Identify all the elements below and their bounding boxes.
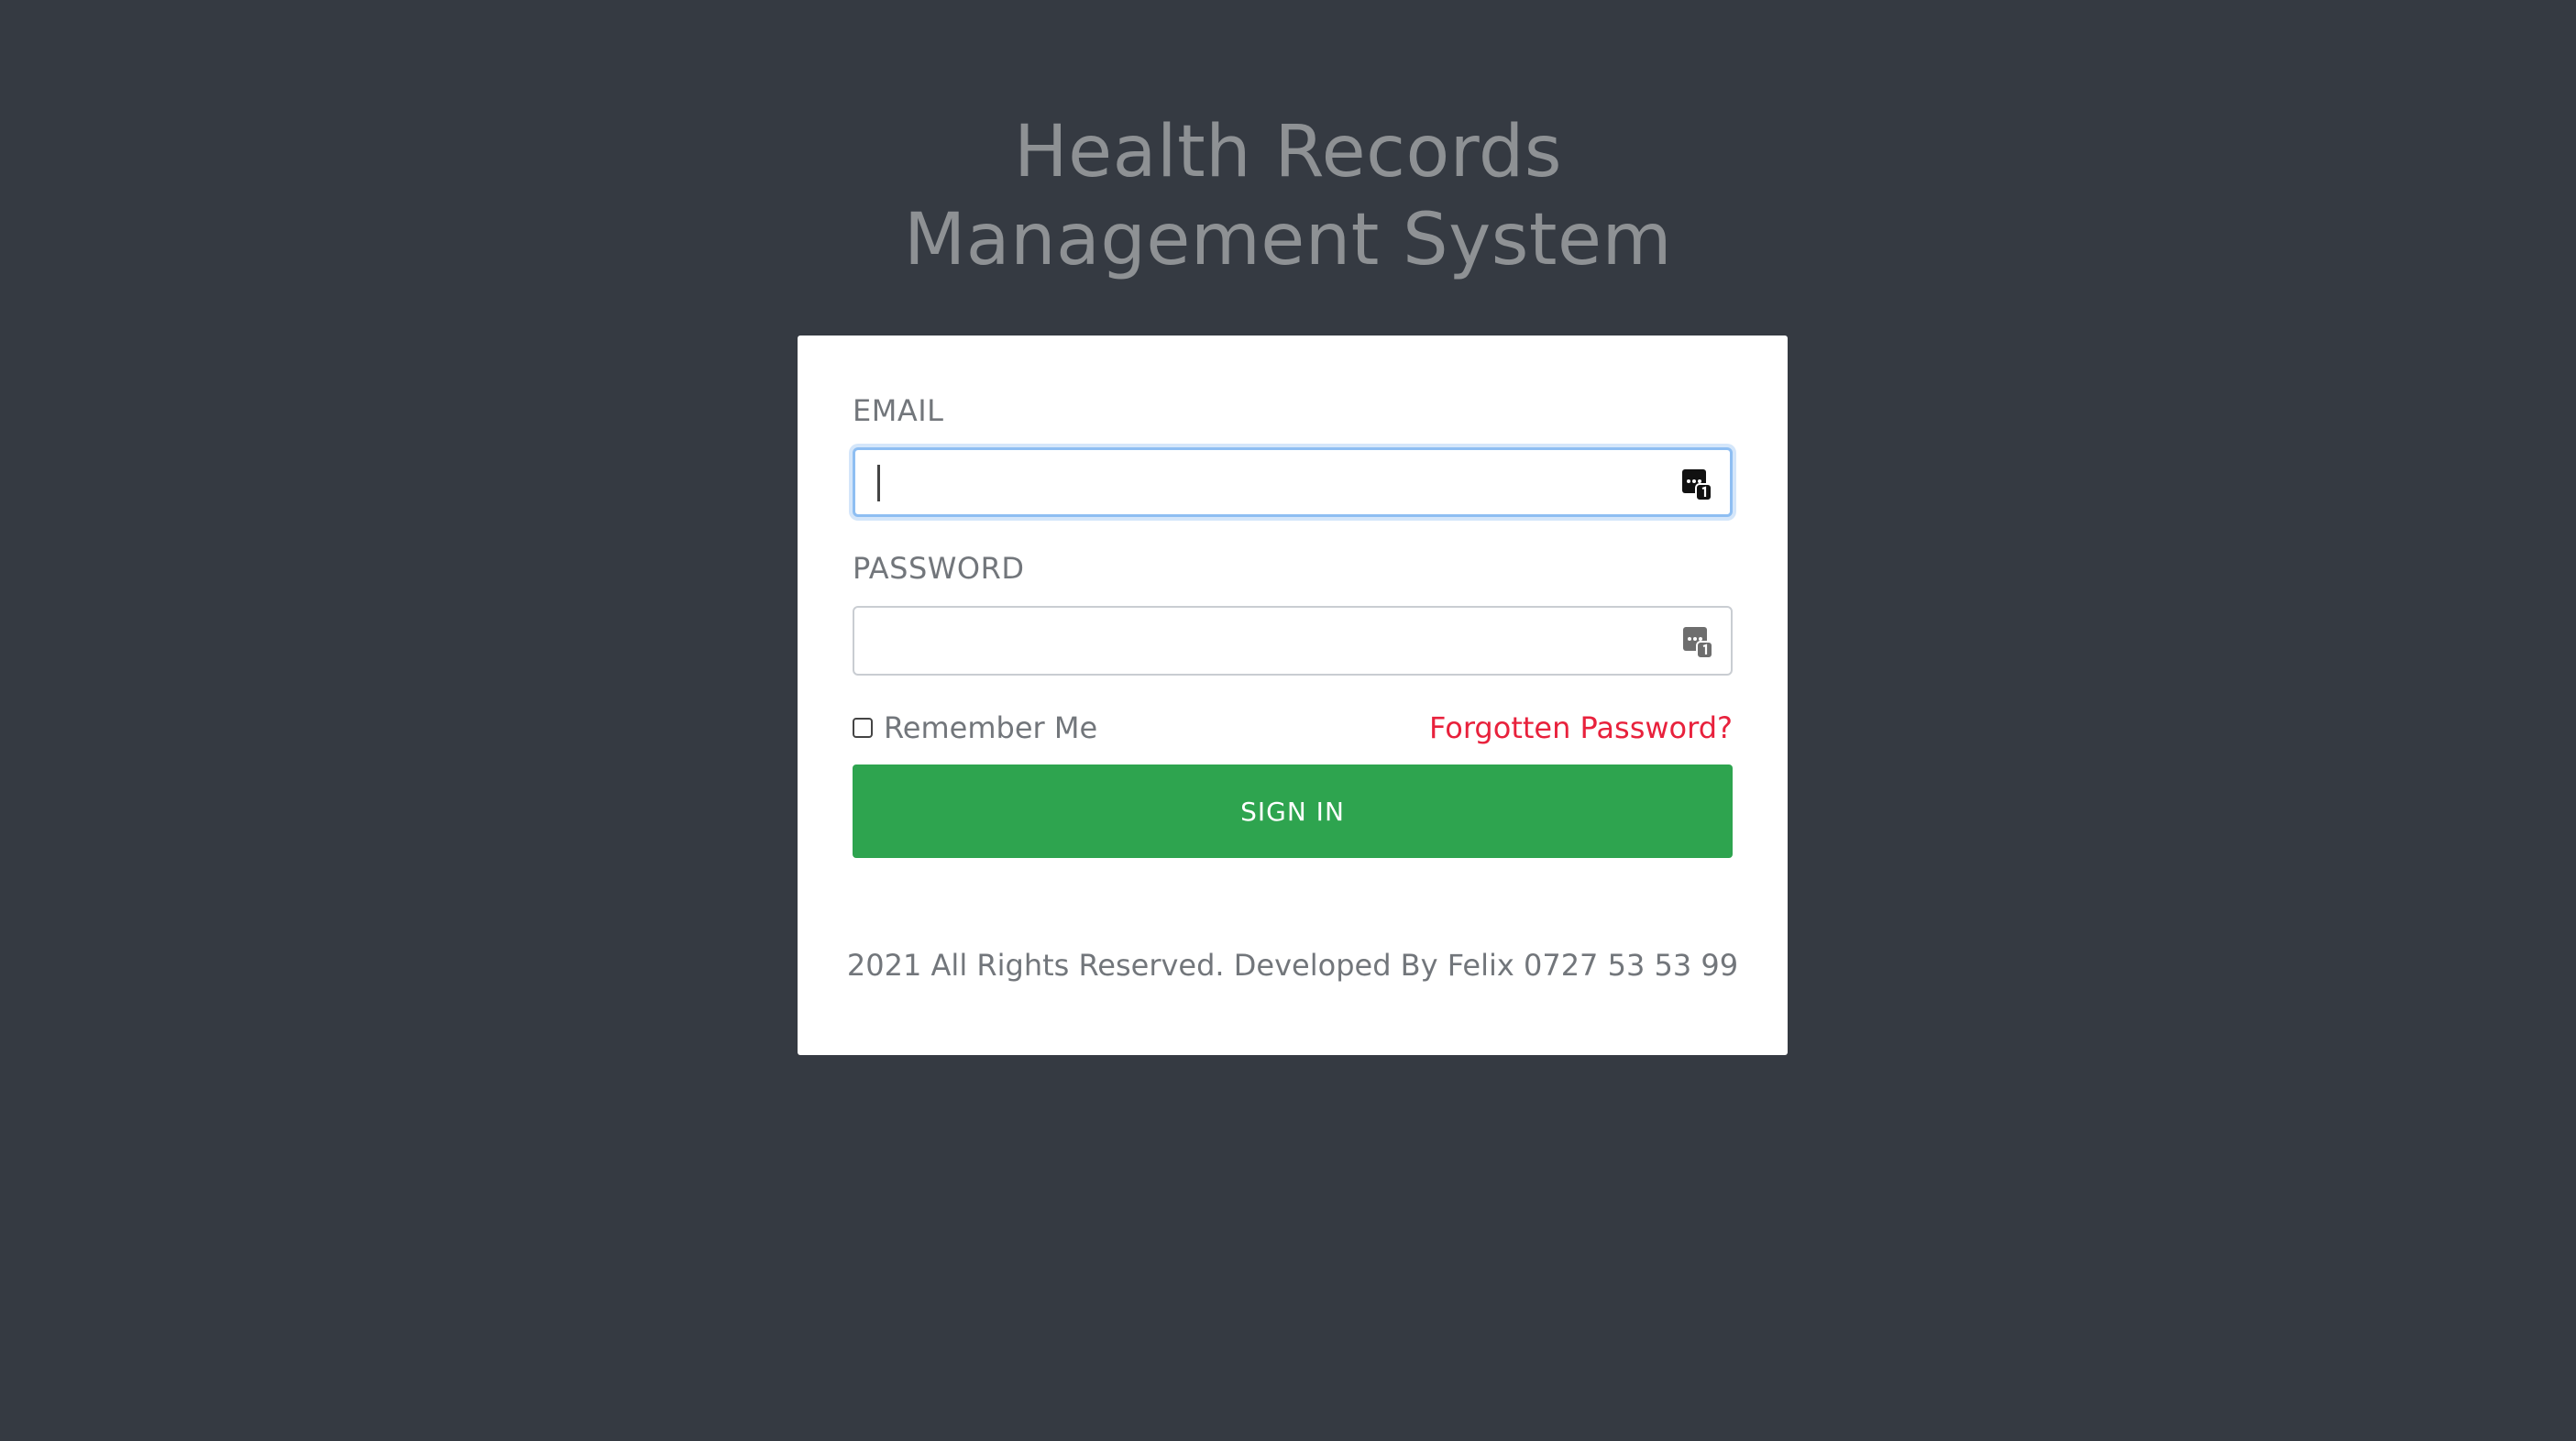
page-title: Health Records Management System — [0, 108, 2576, 284]
password-label: PASSWORD — [853, 551, 1025, 586]
password-manager-icon[interactable] — [1680, 466, 1713, 502]
email-label: EMAIL — [853, 393, 944, 428]
login-card: EMAIL PASSWORD Remember Me Forgotten Pas… — [798, 336, 1788, 1055]
page-title-line-1: Health Records — [1013, 111, 1563, 193]
email-field[interactable] — [853, 447, 1733, 517]
forgot-password-link[interactable]: Forgotten Password? — [1429, 708, 1733, 748]
remember-me-checkbox[interactable] — [853, 718, 873, 738]
remember-me-label[interactable]: Remember Me — [884, 710, 1097, 745]
sign-in-button[interactable]: SIGN IN — [853, 764, 1733, 858]
text-caret — [877, 465, 880, 501]
password-field[interactable] — [853, 606, 1733, 676]
password-manager-icon[interactable] — [1681, 623, 1714, 660]
remember-me-row: Remember Me — [853, 708, 1097, 748]
page-title-line-2: Management System — [904, 199, 1672, 281]
footer-text: 2021 All Rights Reserved. Developed By F… — [846, 948, 1739, 983]
